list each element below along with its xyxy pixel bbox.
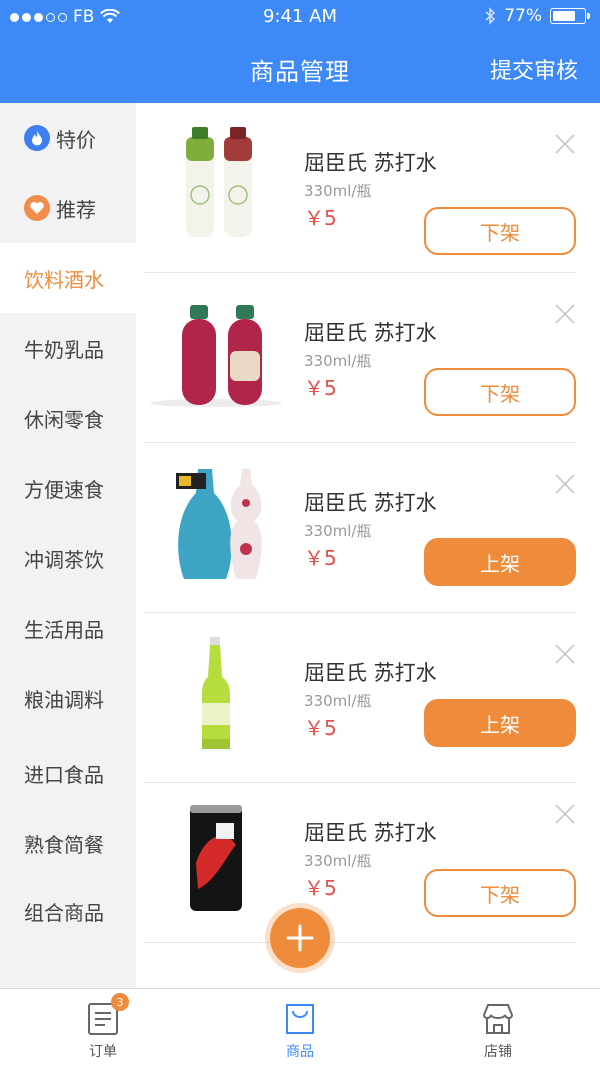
delist-button[interactable]: 下架 <box>424 368 576 416</box>
plus-icon <box>286 924 314 952</box>
heart-icon <box>24 195 50 221</box>
product-image <box>146 963 286 988</box>
product-price: ￥5 <box>304 546 337 570</box>
sidebar-item-label: 冲调茶饮 <box>24 547 104 572</box>
product-item: 屈臣氏 苏打水 330ml/瓶 ￥5 上架 <box>136 443 600 613</box>
sidebar-item-label: 熟食简餐 <box>24 832 104 857</box>
category-sidebar: 特价 推荐 饮料酒水 牛奶乳品 休闲零食 方便速食 冲调茶饮 生活用品 粮油调料… <box>0 103 136 988</box>
submit-review-button[interactable]: 提交审核 <box>490 53 578 85</box>
close-icon[interactable] <box>554 303 576 325</box>
add-product-button[interactable] <box>270 908 330 968</box>
product-list: 屈臣氏 苏打水 330ml/瓶 ￥5 下架 屈臣氏 苏打水 330ml/瓶 ￥5… <box>136 103 600 988</box>
product-price: ￥5 <box>304 716 337 740</box>
product-spec: 330ml/瓶 <box>304 852 372 870</box>
delist-button[interactable]: 下架 <box>424 869 576 917</box>
product-spec: 330ml/瓶 <box>304 352 372 370</box>
product-price: ￥5 <box>304 376 337 400</box>
sidebar-item-dairy[interactable]: 牛奶乳品 <box>0 313 136 383</box>
sidebar-item-label: 组合商品 <box>24 900 104 925</box>
product-spec: 330ml/瓶 <box>304 522 372 540</box>
sidebar-item-label: 方便速食 <box>24 477 104 502</box>
list-button[interactable]: 上架 <box>424 538 576 586</box>
product-image <box>202 637 230 749</box>
sidebar-item-drinks[interactable]: 饮料酒水 <box>0 243 136 313</box>
battery-percent: 77% <box>504 6 542 26</box>
tab-label: 商品 <box>286 1044 314 1060</box>
product-item: 屈臣氏 苏打水 330ml/瓶 ￥5 下架 <box>136 273 600 443</box>
product-image <box>150 305 282 407</box>
bluetooth-icon <box>485 7 496 25</box>
sidebar-item-daily[interactable]: 生活用品 <box>0 593 136 663</box>
sidebar-item-label: 生活用品 <box>24 617 104 642</box>
sidebar-item-special[interactable]: 特价 <box>0 103 136 173</box>
order-badge: 3 <box>111 993 129 1011</box>
product-spec: 330ml/瓶 <box>304 692 372 710</box>
product-name: 屈臣氏 苏打水 <box>304 151 437 175</box>
product-item <box>136 943 600 988</box>
product-name: 屈臣氏 苏打水 <box>304 661 437 685</box>
product-item: 屈臣氏 苏打水 330ml/瓶 ￥5 上架 <box>136 613 600 783</box>
sidebar-item-combo[interactable]: 组合商品 <box>0 876 136 946</box>
sidebar-item-imported[interactable]: 进口食品 <box>0 738 136 808</box>
sidebar-item-instant[interactable]: 方便速食 <box>0 453 136 523</box>
close-icon[interactable] <box>554 643 576 665</box>
product-image <box>186 127 252 237</box>
flame-icon <box>24 125 50 151</box>
product-name: 屈臣氏 苏打水 <box>304 491 437 515</box>
product-image <box>190 805 242 911</box>
app-header: FB 9:41 AM 77% 商品管理 提交审核 <box>0 0 600 103</box>
product-spec: 330ml/瓶 <box>304 182 372 200</box>
list-button[interactable]: 上架 <box>424 699 576 747</box>
close-icon[interactable] <box>554 133 576 155</box>
sidebar-item-tea[interactable]: 冲调茶饮 <box>0 523 136 593</box>
delist-button[interactable]: 下架 <box>424 207 576 255</box>
tab-store[interactable]: 店铺 <box>398 989 598 1067</box>
product-item: 屈臣氏 苏打水 330ml/瓶 ￥5 下架 <box>136 773 600 943</box>
product-item: 屈臣氏 苏打水 330ml/瓶 ￥5 下架 <box>136 103 600 273</box>
sidebar-item-snacks[interactable]: 休闲零食 <box>0 383 136 453</box>
close-icon[interactable] <box>554 473 576 495</box>
sidebar-item-label: 进口食品 <box>24 762 104 787</box>
product-price: ￥5 <box>304 876 337 900</box>
product-price: ￥5 <box>304 206 337 230</box>
status-right: 77% <box>484 6 590 26</box>
sidebar-item-label: 粮油调料 <box>24 687 104 712</box>
sidebar-item-grain-oil[interactable]: 粮油调料 <box>0 663 136 733</box>
tab-orders[interactable]: 3 订单 <box>3 989 203 1067</box>
product-name: 屈臣氏 苏打水 <box>304 821 437 845</box>
sidebar-item-label: 饮料酒水 <box>24 267 104 292</box>
sidebar-item-recommend[interactable]: 推荐 <box>0 173 136 243</box>
tab-label: 订单 <box>89 1044 117 1060</box>
status-bar: FB 9:41 AM 77% <box>0 0 600 34</box>
tab-bar: 3 订单 商品 店铺 <box>0 988 600 1067</box>
sidebar-item-label: 推荐 <box>56 197 96 222</box>
sidebar-item-label: 特价 <box>56 127 96 152</box>
tab-label: 店铺 <box>484 1044 512 1060</box>
sidebar-item-label: 牛奶乳品 <box>24 337 104 362</box>
product-name: 屈臣氏 苏打水 <box>304 321 437 345</box>
store-icon <box>480 1001 516 1037</box>
sidebar-item-deli[interactable]: 熟食简餐 <box>0 808 136 878</box>
order-list-icon: 3 <box>85 993 129 1037</box>
close-icon[interactable] <box>554 803 576 825</box>
product-image <box>176 469 262 579</box>
tab-products[interactable]: 商品 <box>200 989 400 1067</box>
bag-icon <box>282 1001 318 1037</box>
battery-icon <box>550 8 590 24</box>
sidebar-item-label: 休闲零食 <box>24 407 104 432</box>
